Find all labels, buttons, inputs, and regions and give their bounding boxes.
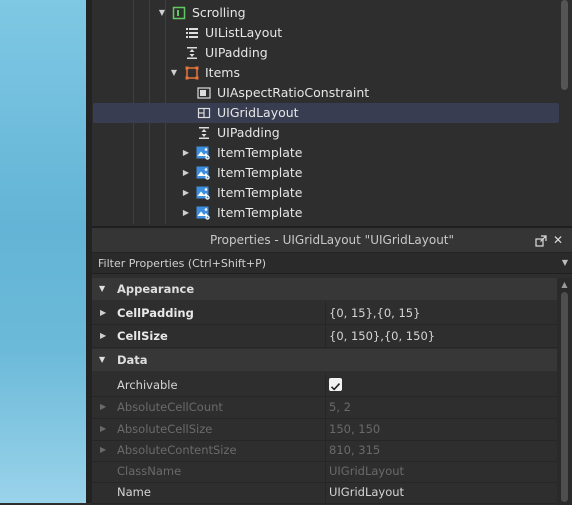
section-data[interactable]: ▼ Data [92,349,557,371]
expand-arrow-icon[interactable]: ▶ [100,396,106,418]
expand-arrow-icon[interactable]: ▶ [100,302,106,324]
column-divider [325,481,326,503]
property-value[interactable]: {0, 15},{0, 15} [329,302,420,324]
property-name: CellSize [117,329,168,343]
property-absolutecontentsize[interactable]: ▶ AbsoluteContentSize 810, 315 [92,439,557,462]
properties-title: Properties - UIGridLayout "UIGridLayout" [209,233,455,247]
column-divider [325,439,326,461]
tree-item-label: ItemTemplate [217,145,303,160]
tree-item-uipadding-2[interactable]: UIPadding [92,123,560,143]
property-value: 150, 150 [329,422,381,436]
tree-item-itemtemplate[interactable]: ▶ ItemTemplate [92,163,560,183]
viewport-3d[interactable] [0,0,86,503]
tree-item-uipadding[interactable]: UIPadding [92,43,560,63]
image-button-icon [196,166,210,180]
column-divider [325,460,326,482]
grid-layout-icon [197,106,211,120]
column-divider [325,374,326,396]
section-label: Appearance [117,282,195,296]
property-name: Name [117,485,151,499]
property-name: AbsoluteContentSize [117,443,237,457]
expand-arrow-icon[interactable]: ▶ [181,163,191,183]
expand-arrow-icon[interactable]: ▶ [181,183,191,203]
expand-arrow-icon[interactable]: ▼ [157,3,167,23]
property-archivable[interactable]: Archivable [92,374,557,397]
section-appearance[interactable]: ▼ Appearance [92,278,557,300]
tree-item-label: ItemTemplate [217,165,303,180]
tree-item-label: UIListLayout [205,25,283,40]
column-divider [325,418,326,440]
padding-icon [185,46,199,60]
image-button-icon [196,206,210,220]
property-value: 810, 315 [329,443,381,457]
tree-item-label: UIPadding [217,125,280,140]
property-name-row[interactable]: Name UIGridLayout [92,481,557,504]
expand-arrow-icon[interactable]: ▶ [181,203,191,223]
expand-arrow-icon[interactable]: ▶ [100,439,106,461]
property-name: AbsoluteCellCount [117,400,223,414]
archivable-checkbox[interactable] [329,378,342,391]
tree-item-uiaspectratioconstraint[interactable]: UIAspectRatioConstraint [92,83,560,103]
tree-item-items[interactable]: ▼ Items [92,63,560,83]
expand-arrow-icon[interactable]: ▶ [100,418,106,440]
chevron-up-icon[interactable]: ▲ [557,280,572,289]
property-absolutecellsize[interactable]: ▶ AbsoluteCellSize 150, 150 [92,418,557,441]
image-button-icon [196,186,210,200]
property-value: UIGridLayout [329,464,405,478]
property-cellpadding[interactable]: ▶ CellPadding {0, 15},{0, 15} [92,302,557,325]
property-name: Archivable [117,378,178,392]
property-value[interactable]: UIGridLayout [329,481,404,503]
explorer-tree: ▼ Scrolling UIListLayout UIPadding ▼ Ite… [92,0,572,224]
checkmark-icon [330,383,341,391]
undock-icon[interactable] [533,228,549,252]
close-icon[interactable]: ✕ [550,228,566,252]
tree-item-itemtemplate[interactable]: ▶ ItemTemplate [92,143,560,163]
property-value: 5, 2 [329,400,351,414]
property-classname[interactable]: ClassName UIGridLayout [92,460,557,483]
section-label: Data [117,353,148,367]
properties-grid: ▼ Appearance ▶ CellPadding {0, 15},{0, 1… [92,278,557,505]
tree-item-label: UIGridLayout [217,105,299,120]
filter-properties-bar: ▼ [92,253,572,274]
chevron-down-icon[interactable]: ▼ [562,253,568,273]
properties-scrollbar[interactable]: ▲ [557,278,572,505]
column-divider [325,325,326,347]
tree-item-label: ItemTemplate [217,185,303,200]
scrolling-frame-icon [172,6,186,20]
property-value[interactable]: {0, 150},{0, 150} [329,325,435,347]
list-layout-icon [185,26,199,40]
tree-item-uigridlayout[interactable]: UIGridLayout [93,103,559,123]
tree-item-uilistlayout[interactable]: UIListLayout [92,23,560,43]
filter-properties-input[interactable] [92,253,538,273]
property-cellsize[interactable]: ▶ CellSize {0, 150},{0, 150} [92,325,557,348]
properties-title-bar: Properties - UIGridLayout "UIGridLayout"… [92,228,572,253]
aspect-ratio-icon [197,86,211,100]
tree-item-label: UIAspectRatioConstraint [217,85,370,100]
collapse-arrow-icon[interactable]: ▼ [99,278,105,300]
expand-arrow-icon[interactable]: ▶ [181,143,191,163]
property-absolutecellcount[interactable]: ▶ AbsoluteCellCount 5, 2 [92,396,557,419]
properties-panel: Properties - UIGridLayout "UIGridLayout"… [92,226,572,505]
expand-arrow-icon[interactable]: ▼ [169,63,179,83]
property-name: AbsoluteCellSize [117,422,213,436]
column-divider [325,396,326,418]
tree-item-label: UIPadding [205,45,268,60]
padding-icon [197,126,211,140]
frame-icon [185,66,199,80]
tree-item-itemtemplate[interactable]: ▶ ItemTemplate [92,183,560,203]
tree-item-label: ItemTemplate [217,205,303,220]
image-button-icon [196,146,210,160]
property-name: CellPadding [117,306,194,320]
expand-arrow-icon[interactable]: ▶ [100,325,106,347]
tree-item-itemtemplate[interactable]: ▶ ItemTemplate [92,203,560,223]
explorer-scrollbar[interactable] [561,0,568,90]
tree-item-label: Scrolling [192,5,246,20]
collapse-arrow-icon[interactable]: ▼ [99,349,105,371]
column-divider [325,302,326,324]
tree-item-label: Items [205,65,240,80]
property-name: ClassName [117,464,182,478]
scrollbar-thumb[interactable] [561,292,568,502]
tree-item-scrolling[interactable]: ▼ Scrolling [92,3,560,23]
